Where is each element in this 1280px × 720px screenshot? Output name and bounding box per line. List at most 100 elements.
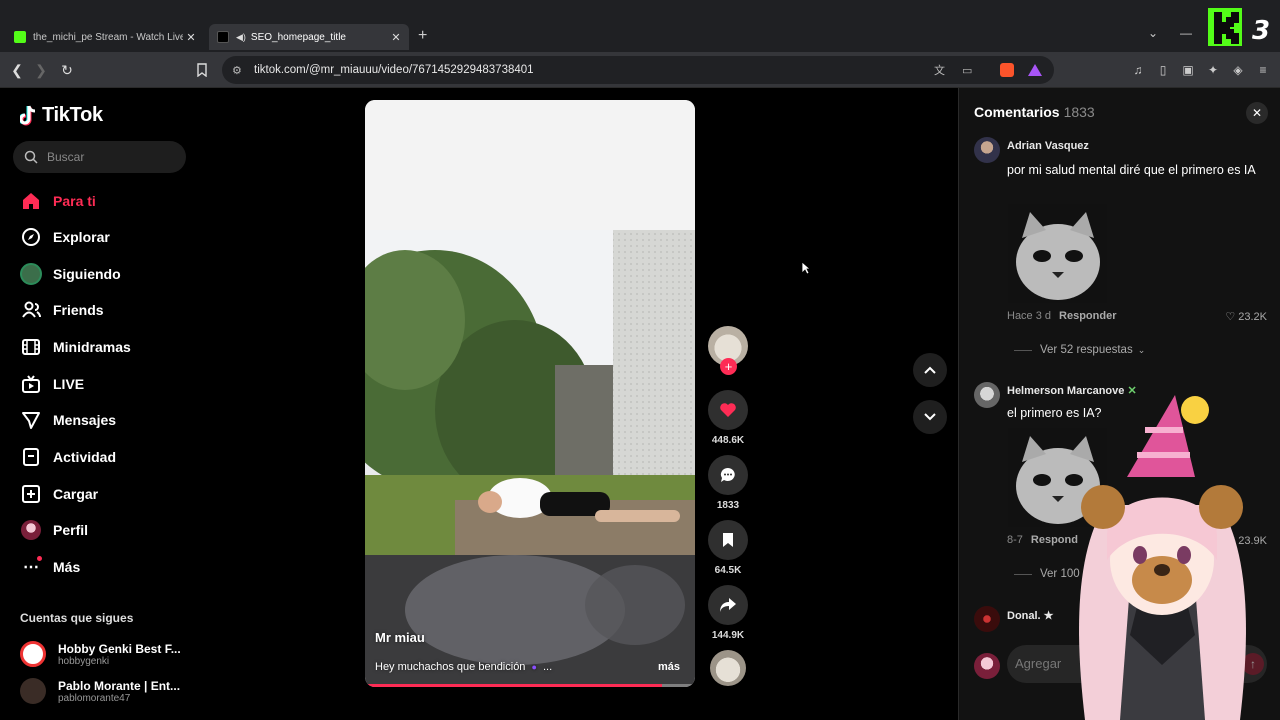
nav-item-actividad[interactable]: Actividad — [20, 445, 116, 469]
search-placeholder: Buscar — [47, 150, 85, 164]
next-video-button[interactable] — [913, 400, 947, 434]
tab-close-icon[interactable]: ✕ — [183, 31, 199, 44]
kick-logo-badge: 3 — [1208, 8, 1270, 46]
following-account-item[interactable]: Hobby Genki Best F... hobbygenki — [20, 641, 181, 667]
leo-ai-icon[interactable]: ✦ — [1205, 62, 1221, 78]
sidebar-toggle-icon[interactable]: ▯ — [1155, 62, 1171, 78]
nav-item-para-ti[interactable]: Para ti — [20, 189, 96, 213]
home-icon — [20, 190, 42, 212]
account-name: Hobby Genki Best F... — [58, 641, 181, 656]
nav-item-minidramas[interactable]: Minidramas — [20, 335, 131, 359]
follow-plus-icon[interactable]: + — [720, 358, 737, 375]
nav-item-friends[interactable]: Friends — [20, 298, 104, 322]
tab-tiktok[interactable]: ◀) SEO_homepage_title ✕ — [209, 24, 409, 50]
nav-item-perfil[interactable]: Perfil — [20, 518, 88, 542]
tab-title: the_michi_pe Stream - Watch Live on — [33, 31, 183, 43]
cast-icon[interactable]: ▭ — [962, 64, 972, 77]
video-description: Hey muchachos que bendición ● ... — [375, 661, 552, 673]
save-action[interactable]: 64.5K — [708, 520, 748, 576]
comment-like-button[interactable]: ♡ 23.2K — [1225, 310, 1267, 323]
tab-list-chevron-icon[interactable]: ⌄ — [1148, 26, 1158, 40]
film-icon — [20, 336, 42, 358]
nav-label: Actividad — [53, 449, 117, 465]
search-input[interactable]: Buscar — [13, 141, 186, 173]
video-progress-bar[interactable] — [365, 684, 695, 687]
avatar — [20, 678, 46, 704]
brave-rewards-icon[interactable] — [1028, 64, 1042, 76]
nav-label: Más — [53, 559, 81, 575]
view-replies-button[interactable]: Ver 52 respuestas ⌄ — [1014, 344, 1145, 356]
description-ellipsis: ... — [543, 661, 553, 673]
reply-button[interactable]: Responder — [1059, 310, 1116, 322]
music-icon[interactable]: ♫ — [1130, 62, 1146, 78]
share-action[interactable]: 144.9K — [708, 585, 748, 641]
avatar[interactable] — [974, 382, 1000, 408]
back-icon[interactable]: ❮ — [8, 61, 26, 79]
bookmark-icon[interactable] — [708, 520, 748, 560]
avatar[interactable] — [974, 606, 1000, 632]
video-player[interactable]: Mr miau Hey muchachos que bendición ● ..… — [365, 100, 695, 687]
avatar[interactable] — [974, 137, 1000, 163]
divider — [1014, 349, 1032, 351]
nav-item-live[interactable]: LIVE — [20, 372, 84, 396]
nav-label: Perfil — [53, 522, 89, 538]
brave-shield-icon[interactable] — [1000, 63, 1014, 77]
comment-action[interactable]: 1833 — [708, 455, 748, 511]
forward-icon[interactable]: ❯ — [32, 61, 50, 79]
like-action[interactable]: 448.6K — [708, 390, 748, 446]
comment-image[interactable] — [1008, 204, 1107, 303]
purple-heart-emoji-icon: ● — [531, 662, 537, 672]
share-arrow-icon[interactable] — [708, 585, 748, 625]
nav-label: Mensajes — [53, 412, 117, 428]
translate-icon[interactable]: 文 — [934, 62, 945, 78]
comment-username[interactable]: Adrian Vasquez — [1007, 140, 1089, 152]
vtuber-avatar-overlay — [1079, 395, 1246, 720]
live-tv-icon — [20, 373, 42, 395]
following-section-title: Cuentas que sigues — [20, 611, 134, 625]
kick-favicon-icon — [14, 31, 26, 43]
profile-avatar-icon — [20, 519, 42, 541]
send-icon — [20, 409, 42, 431]
tab-close-icon[interactable]: ✕ — [388, 31, 404, 44]
avatar — [20, 641, 46, 667]
menu-icon[interactable]: ≡ — [1255, 62, 1271, 78]
music-disc-icon[interactable] — [710, 650, 746, 686]
nav-item-mas[interactable]: ⋯ Más — [20, 555, 80, 579]
upload-plus-icon — [20, 483, 42, 505]
comment-bubble-icon[interactable] — [708, 455, 748, 495]
comments-header: Comentarios 1833 — [974, 104, 1095, 120]
video-author[interactable]: Mr miau — [375, 630, 425, 645]
compass-icon — [20, 226, 42, 248]
tiktok-logo[interactable]: TikTok — [20, 104, 103, 127]
site-settings-icon[interactable]: ⚙ — [232, 64, 242, 77]
reload-icon[interactable]: ↻ — [58, 61, 76, 79]
new-tab-icon[interactable]: + — [418, 27, 427, 45]
nav-label: Cargar — [53, 486, 99, 502]
video-frame — [365, 100, 695, 687]
following-account-item[interactable]: Pablo Morante | Ent... pablomorante47 — [20, 678, 180, 704]
vpn-shield-icon[interactable]: ◈ — [1230, 62, 1246, 78]
nav-label: Friends — [53, 302, 104, 318]
tab-twitch-stream[interactable]: the_michi_pe Stream - Watch Live on ✕ — [6, 24, 204, 50]
speaker-icon[interactable]: ◀) — [236, 32, 246, 43]
comments-title: Comentarios — [974, 104, 1060, 120]
like-count: 448.6K — [711, 435, 745, 446]
nav-item-siguiendo[interactable]: Siguiendo — [20, 262, 121, 286]
nav-item-mensajes[interactable]: Mensajes — [20, 408, 116, 432]
comment-meta: Hace 3 d Responder — [1007, 310, 1117, 322]
account-handle: pablomorante47 — [58, 692, 131, 704]
bookmark-icon[interactable] — [193, 61, 211, 79]
author-avatar-follow[interactable]: + — [708, 326, 748, 375]
more-button[interactable]: más — [658, 661, 680, 673]
minimize-icon[interactable]: — — [1180, 26, 1192, 40]
url-text: tiktok.com/@mr_miauuu/video/767145292948… — [254, 64, 534, 76]
sound-disc[interactable] — [708, 650, 748, 686]
close-icon[interactable]: ✕ — [1246, 102, 1268, 124]
wallet-icon[interactable]: ▣ — [1180, 62, 1196, 78]
heart-icon[interactable] — [708, 390, 748, 430]
previous-video-button[interactable] — [913, 353, 947, 387]
nav-item-explorar[interactable]: Explorar — [20, 225, 110, 249]
nav-item-cargar[interactable]: Cargar — [20, 482, 98, 506]
url-field[interactable]: ⚙ tiktok.com/@mr_miauuu/video/7671452929… — [222, 56, 1054, 84]
account-handle: hobbygenki — [58, 655, 110, 667]
